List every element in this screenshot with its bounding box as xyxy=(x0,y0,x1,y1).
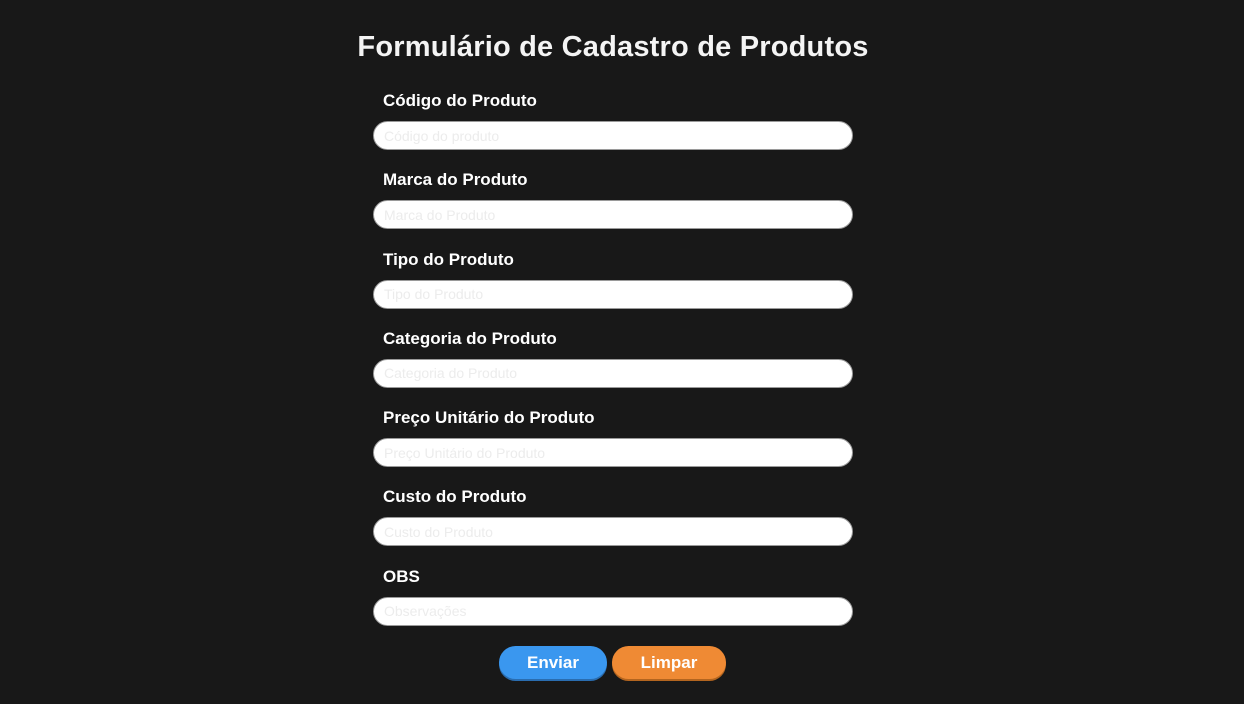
product-type-input[interactable] xyxy=(373,279,853,309)
form-actions: Enviar Limpar xyxy=(499,646,739,680)
clear-button[interactable]: Limpar xyxy=(612,646,726,679)
field-product-unit-price: Preço Unitário do Produto xyxy=(373,407,853,486)
product-type-label: Tipo do Produto xyxy=(383,249,514,269)
product-code-input[interactable] xyxy=(373,121,853,150)
field-product-cost: Custo do Produto xyxy=(373,486,853,565)
obs-input[interactable] xyxy=(373,596,853,626)
product-category-label: Categoria do Produto xyxy=(383,328,557,348)
field-product-code: Código do Produto xyxy=(373,90,853,169)
obs-label: OBS xyxy=(383,566,420,586)
product-category-input[interactable] xyxy=(373,358,853,388)
product-unit-price-label: Preço Unitário do Produto xyxy=(383,408,595,428)
field-product-brand: Marca do Produto xyxy=(373,169,853,248)
page-title: Formulário de Cadastro de Produtos xyxy=(357,31,869,63)
product-brand-input[interactable] xyxy=(373,200,853,230)
product-unit-price-input[interactable] xyxy=(373,438,853,468)
product-cost-input[interactable] xyxy=(373,517,853,547)
product-cost-label: Custo do Produto xyxy=(383,487,527,507)
submit-button[interactable]: Enviar xyxy=(499,646,607,679)
field-product-type: Tipo do Produto xyxy=(373,249,853,328)
field-obs: OBS xyxy=(373,566,853,645)
product-code-label: Código do Produto xyxy=(383,91,537,110)
product-registration-form: Código do Produto Marca do Produto Tipo … xyxy=(373,90,853,645)
field-product-category: Categoria do Produto xyxy=(373,328,853,407)
product-brand-label: Marca do Produto xyxy=(383,170,528,190)
